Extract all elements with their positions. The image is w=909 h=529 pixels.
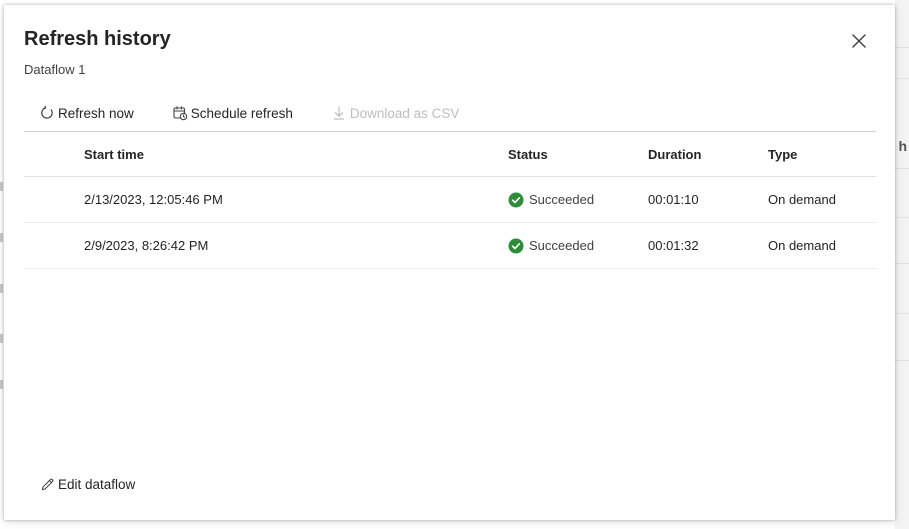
status-cell: Succeeded [508, 177, 594, 222]
background-divider [895, 263, 909, 264]
background-left-mark [0, 284, 3, 293]
start-time-cell: 2/9/2023, 8:26:42 PM [84, 238, 209, 253]
type-cell: On demand [768, 192, 836, 207]
toolbar: Refresh now Schedule refresh Download as… [24, 100, 497, 126]
refresh-history-table: Start time Status Duration Type 2/13/202… [24, 131, 876, 269]
table-header: Start time Status Duration Type [24, 131, 876, 177]
background-divider [895, 78, 909, 79]
refresh-now-button[interactable]: Refresh now [39, 105, 134, 121]
download-csv-button[interactable]: Download as CSV [331, 105, 460, 121]
column-header-start-time[interactable]: Start time [84, 132, 144, 176]
column-header-type[interactable]: Type [768, 132, 797, 176]
schedule-refresh-label: Schedule refresh [190, 105, 293, 121]
background-left-mark [0, 182, 3, 191]
close-button[interactable] [847, 29, 871, 53]
table-row[interactable]: 2/9/2023, 8:26:42 PM Succeeded 00:01:32 … [24, 223, 876, 269]
refresh-now-label: Refresh now [58, 105, 134, 121]
refresh-icon [41, 105, 53, 119]
status-text: Succeeded [529, 238, 595, 253]
calendar-clock-icon [173, 106, 188, 121]
column-header-duration[interactable]: Duration [648, 132, 701, 176]
download-csv-label: Download as CSV [349, 105, 460, 121]
schedule-refresh-button[interactable]: Schedule refresh [172, 105, 293, 121]
background-divider [895, 168, 909, 169]
background-right-panel [895, 0, 909, 529]
background-divider [895, 217, 909, 218]
background-left-mark [0, 233, 3, 242]
status-cell: Succeeded [508, 223, 594, 268]
edit-dataflow-label: Edit dataflow [58, 477, 136, 492]
status-text: Succeeded [529, 192, 595, 207]
close-icon [852, 34, 866, 48]
duration-cell: 00:01:10 [648, 192, 699, 207]
edit-dataflow-button[interactable]: Edit dataflow [40, 477, 135, 492]
type-cell: On demand [768, 238, 836, 253]
pencil-icon [41, 478, 54, 491]
download-icon [333, 106, 344, 120]
refresh-history-dialog: Refresh history Dataflow 1 Refresh now S… [4, 5, 895, 520]
dialog-title: Refresh history [24, 28, 171, 50]
duration-cell: 00:01:32 [648, 238, 699, 253]
background-left-mark [0, 334, 3, 343]
background-left-mark [0, 380, 3, 389]
table-row[interactable]: 2/13/2023, 12:05:46 PM Succeeded 00:01:1… [24, 177, 876, 223]
success-check-icon [508, 192, 524, 207]
background-text-fragment: h [898, 138, 907, 154]
background-divider [895, 313, 909, 314]
start-time-cell: 2/13/2023, 12:05:46 PM [84, 192, 223, 207]
background-divider [895, 47, 909, 48]
success-check-icon [508, 238, 524, 253]
column-header-status[interactable]: Status [508, 132, 548, 176]
dialog-subtitle: Dataflow 1 [24, 62, 86, 77]
background-divider [895, 360, 909, 361]
